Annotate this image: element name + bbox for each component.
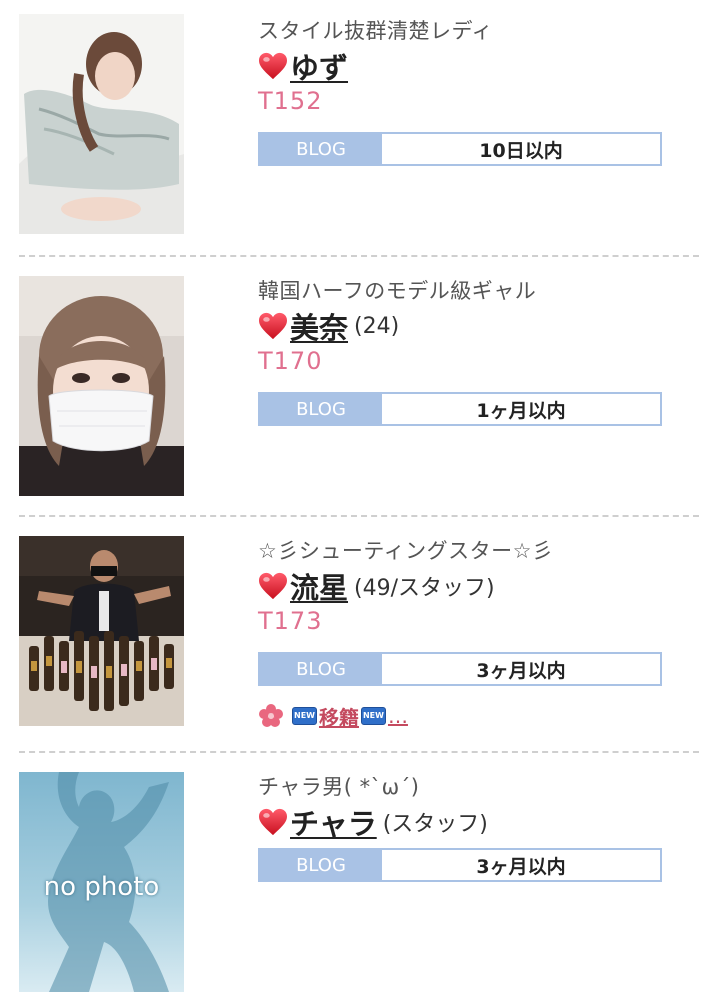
cast-name-link[interactable]: 美奈 bbox=[290, 305, 348, 347]
blog-status bar[interactable]: BLOG 3ヶ月以内 bbox=[258, 848, 662, 882]
catch-phrase: 韓国ハーフのモデル級ギャル bbox=[258, 279, 537, 303]
cast-name-link[interactable]: ゆず bbox=[290, 45, 348, 87]
heart-icon bbox=[259, 52, 287, 80]
divider bbox=[19, 255, 699, 257]
heart-icon bbox=[259, 808, 287, 836]
height-label: T173 bbox=[258, 607, 323, 635]
heart-icon bbox=[259, 572, 287, 600]
news-ellipsis: … bbox=[387, 704, 408, 728]
cast-photo-ryusei[interactable] bbox=[19, 536, 184, 756]
blog-button[interactable]: BLOG bbox=[260, 134, 382, 164]
heart-icon bbox=[259, 312, 287, 340]
news-link[interactable]: NEW 移籍 NEW … bbox=[258, 702, 408, 730]
blog-update-time: 10日以内 bbox=[382, 134, 660, 164]
catch-phrase: ☆彡シューティングスター☆彡 bbox=[258, 539, 554, 563]
blog-status-bar[interactable]: BLOG 3ヶ月以内 bbox=[258, 652, 662, 686]
new-badge-icon: NEW bbox=[360, 707, 386, 725]
blog-status-bar[interactable]: BLOG 1ヶ月以内 bbox=[258, 392, 662, 426]
height-label: T170 bbox=[258, 347, 323, 375]
flower-icon bbox=[259, 704, 283, 727]
blog-button[interactable]: BLOG bbox=[260, 394, 382, 424]
news-title[interactable]: 移籍 bbox=[319, 702, 359, 731]
new-badge-icon: NEW bbox=[292, 707, 317, 725]
blog-status-bar[interactable]: BLOG 10日以内 bbox=[258, 132, 662, 166]
blog-update-time: 1ヶ月以内 bbox=[382, 394, 660, 424]
age-info: (24) bbox=[354, 313, 400, 339]
catch-phrase: チャラ男( *`ω´) bbox=[258, 775, 420, 799]
catch-phrase: スタイル抜群清楚レディ bbox=[258, 19, 494, 43]
cast-name-link[interactable]: チャラ bbox=[290, 801, 377, 843]
blog-update-time: 3ヶ月以内 bbox=[382, 654, 660, 684]
age-info: (スタッフ) bbox=[382, 812, 488, 837]
age-info: (49/スタッフ) bbox=[354, 576, 495, 601]
height-label: T152 bbox=[258, 87, 323, 115]
blog-button[interactable]: BLOG bbox=[260, 850, 382, 880]
divider bbox=[19, 515, 699, 517]
divider bbox=[19, 751, 699, 753]
blog-update-time: 3ヶ月以内 bbox=[382, 850, 660, 880]
no-photo-placeholder[interactable]: no photo bbox=[19, 772, 184, 992]
cast-photo-mina[interactable] bbox=[19, 276, 184, 496]
cast-name-link[interactable]: 流星 bbox=[290, 565, 348, 607]
cast-photo-yuzu[interactable] bbox=[19, 14, 184, 234]
no-photo-text: no photo bbox=[43, 872, 160, 902]
blog-button[interactable]: BLOG bbox=[260, 654, 382, 684]
